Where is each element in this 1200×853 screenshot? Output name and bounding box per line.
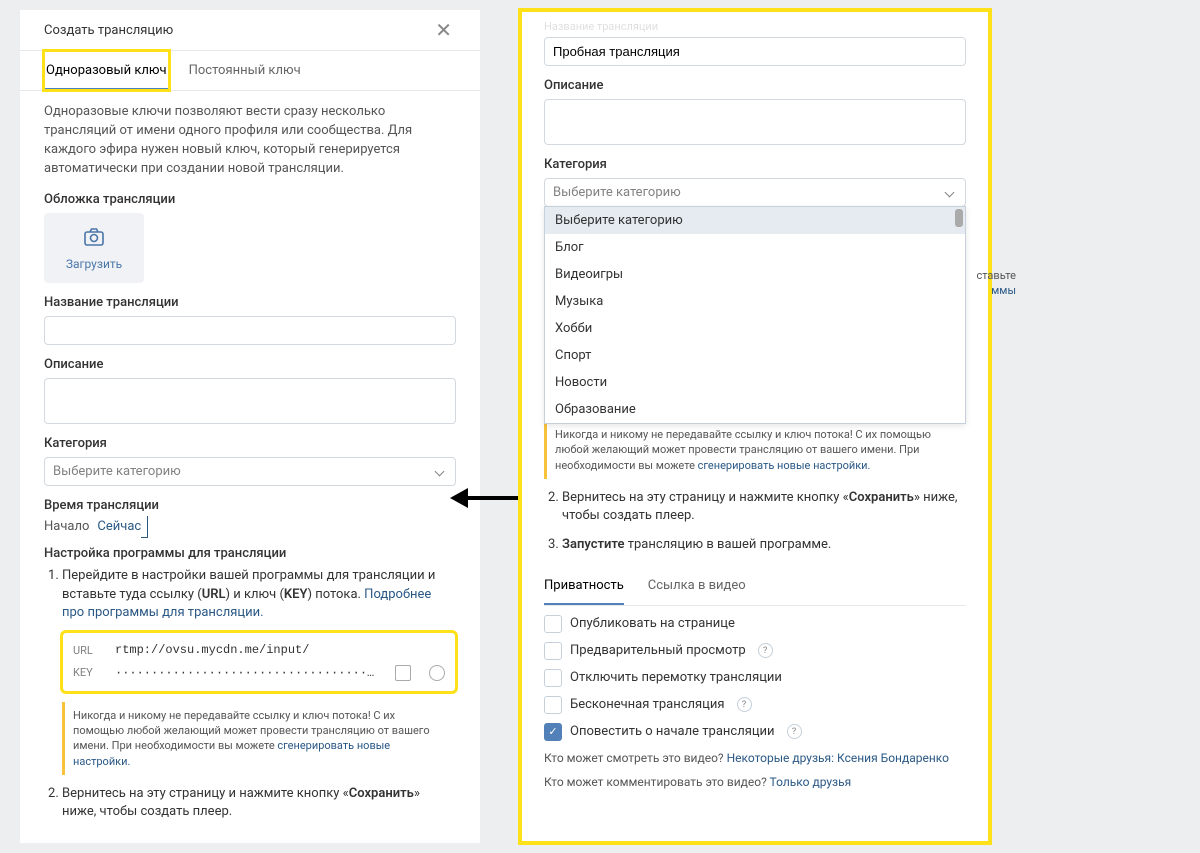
step-2: Вернитесь на эту страницу и нажмите кноп… — [62, 785, 456, 821]
chevron-down-icon — [945, 188, 955, 198]
help-icon[interactable]: ? — [758, 643, 773, 658]
setup-label: Настройка программы для трансляции — [44, 546, 456, 561]
help-icon[interactable]: ? — [787, 724, 802, 739]
step-1: Перейдите в настройки вашей программы дл… — [62, 567, 456, 775]
category-option[interactable]: Видеоигры — [545, 261, 965, 288]
category-label: Категория — [44, 436, 456, 451]
name-label: Название трансляции — [44, 295, 456, 310]
key-warning: Никогда и никому не передавайте ссылку и… — [62, 702, 456, 776]
category-option[interactable]: Спорт — [545, 342, 965, 369]
stream-credentials-box: URL rtmp://ovsu.mycdn.me/input/ KEY ····… — [62, 632, 456, 692]
category-placeholder: Выберите категорию — [553, 185, 681, 200]
category-option[interactable]: Блог — [545, 234, 965, 261]
bottom-tabs: Приватность Ссылка в видео — [544, 568, 966, 606]
tab-permanent-key[interactable]: Постоянный ключ — [187, 51, 303, 90]
checkbox-infinite[interactable]: Бесконечная трансляция? — [544, 696, 966, 714]
category-option[interactable]: Музыка — [545, 288, 965, 315]
scrollbar-thumb[interactable] — [955, 209, 963, 227]
cover-label: Обложка трансляции — [44, 192, 456, 207]
stream-key-value[interactable]: ········································ — [115, 665, 377, 682]
eye-icon[interactable] — [429, 665, 445, 681]
tab-onetime-key[interactable]: Одноразовый ключ — [44, 51, 169, 90]
regen-link[interactable]: сгенерировать новые настройки. — [698, 459, 871, 472]
category-placeholder: Выберите категорию — [53, 464, 181, 479]
time-label: Время трансляции — [44, 498, 456, 513]
desc-label: Описание — [44, 357, 456, 372]
help-icon[interactable]: ? — [737, 697, 752, 712]
stream-desc-input[interactable] — [544, 99, 966, 145]
who-can-comment: Кто может комментировать это видео? Толь… — [544, 775, 966, 789]
who-can-watch: Кто может смотреть это видео? Некоторые … — [544, 751, 966, 765]
dialog-title: Создать трансляцию — [44, 23, 173, 38]
step-3: Запустите трансляцию в вашей программе. — [562, 536, 966, 554]
checkbox-notify[interactable]: ✓Оповестить о начале трансляции? — [544, 723, 966, 741]
checkbox-preview[interactable]: Предварительный просмотр? — [544, 642, 966, 660]
clipped-text: ставьтеставьте ммыммы — [976, 269, 1016, 297]
arrow-annotation — [450, 488, 530, 508]
checkbox-publish[interactable]: Опубликовать на странице — [544, 615, 966, 633]
copy-icon[interactable] — [395, 665, 411, 681]
desc-label: Описание — [544, 78, 966, 93]
category-dropdown: Выберите категорию Блог Видеоигры Музыка… — [544, 206, 966, 424]
key-tabs: Одноразовый ключ Постоянный ключ — [20, 51, 480, 91]
url-key-label: URL — [73, 643, 101, 658]
key-warning: Никогда и никому не передавайте ссылку и… — [544, 421, 966, 479]
dialog-header: Создать трансляцию ✕ — [20, 10, 480, 51]
create-stream-dialog-filled: Название трансляции Описание Категория В… — [520, 10, 990, 843]
category-option[interactable]: Новости — [545, 369, 965, 396]
step-2: Вернитесь на эту страницу и нажмите кноп… — [562, 489, 966, 525]
category-select[interactable]: Выберите категорию — [44, 457, 456, 486]
close-icon[interactable]: ✕ — [435, 20, 452, 40]
chevron-down-icon — [435, 467, 445, 477]
category-select[interactable]: Выберите категорию — [544, 178, 966, 207]
checkbox-disable-rewind[interactable]: Отключить перемотку трансляции — [544, 669, 966, 687]
category-option[interactable]: Образование — [545, 396, 965, 423]
intro-text: Одноразовые ключи позволяют вести сразу … — [44, 103, 456, 178]
stream-desc-input[interactable] — [44, 378, 456, 424]
stream-name-input[interactable] — [44, 316, 456, 345]
upload-cover-button[interactable]: Загрузить — [44, 213, 144, 283]
setup-steps-tail: Вернитесь на эту страницу и нажмите кноп… — [544, 489, 966, 554]
upload-label: Загрузить — [66, 257, 122, 271]
category-option[interactable]: Выберите категорию — [545, 207, 965, 234]
category-label: Категория — [544, 157, 966, 172]
tab-privacy[interactable]: Приватность — [544, 568, 624, 605]
visibility-link[interactable]: Некоторые друзья: Ксения Бондаренко — [727, 751, 949, 765]
comment-link[interactable]: Только друзья — [770, 775, 852, 789]
name-label-cut: Название трансляции — [544, 20, 966, 33]
stream-url-value[interactable]: rtmp://ovsu.mycdn.me/input/ — [115, 642, 445, 659]
start-label: Начало — [44, 519, 89, 534]
key-key-label: KEY — [73, 665, 101, 680]
stream-name-input[interactable] — [544, 37, 966, 66]
tab-video-link[interactable]: Ссылка в видео — [648, 568, 746, 605]
setup-steps: Перейдите в настройки вашей программы дл… — [44, 567, 456, 821]
camera-icon — [82, 225, 106, 253]
create-stream-dialog: Создать трансляцию ✕ Одноразовый ключ По… — [20, 10, 480, 843]
start-value-link[interactable]: Сейчас — [97, 519, 152, 534]
category-option[interactable]: Хобби — [545, 315, 965, 342]
